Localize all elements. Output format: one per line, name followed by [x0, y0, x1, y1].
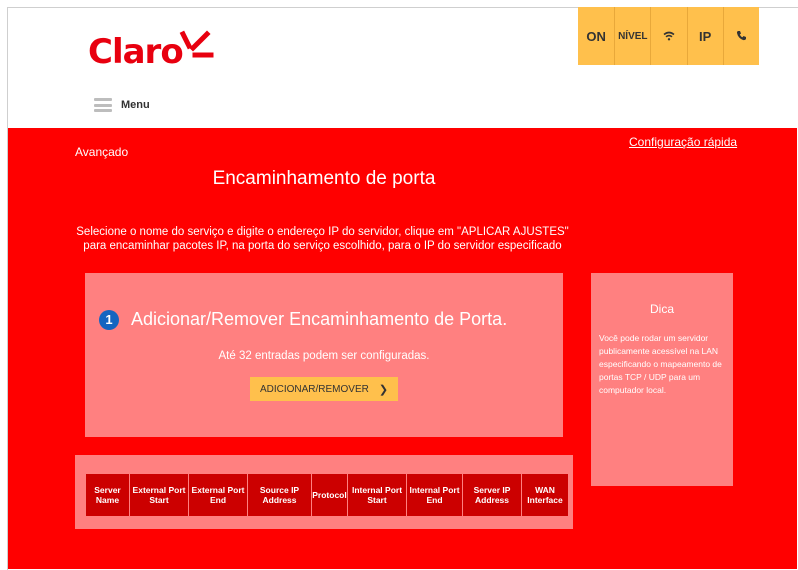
page-description: Selecione o nome do serviço e digite o e…	[76, 226, 569, 252]
column-header-server-name: Server Name	[85, 473, 130, 517]
claro-logo[interactable]: Claro	[88, 30, 219, 74]
chevron-right-icon: ❯	[378, 383, 389, 396]
status-wifi-button[interactable]	[651, 7, 688, 65]
phone-icon	[736, 29, 747, 44]
table-header-row: Server Name External Port Start External…	[85, 473, 569, 517]
status-level-button[interactable]: NÍVEL	[615, 7, 652, 65]
status-level-label: NÍVEL	[618, 30, 648, 42]
wifi-icon	[663, 29, 675, 44]
tip-text: Você pode rodar um servidor publicamente…	[599, 333, 722, 395]
panel-header: 1 Adicionar/Remover Encaminhamento de Po…	[99, 309, 507, 330]
page-title: Encaminhamento de porta	[212, 168, 436, 189]
port-forwarding-table: Server Name External Port Start External…	[85, 473, 569, 517]
step-badge: 1	[99, 309, 119, 330]
breadcrumb: Avançado	[75, 145, 129, 159]
column-header-external-port-end: External Port End	[188, 473, 248, 517]
panel-subtitle: Até 32 entradas podem ser configuradas.	[218, 350, 430, 362]
tip-box: Dica Você pode rodar um servidor publica…	[591, 273, 733, 486]
add-remove-label: ADICIONAR/REMOVER	[259, 383, 369, 395]
column-header-wan-interface: WAN Interface	[521, 473, 569, 517]
column-header-server-ip: Server IP Address	[462, 473, 522, 517]
menu-toggle[interactable]: Menu	[94, 98, 150, 112]
add-remove-button[interactable]: ADICIONAR/REMOVER ❯	[250, 377, 398, 401]
column-header-external-port-start: External Port Start	[129, 473, 189, 517]
logo-wordmark: Claro	[88, 32, 184, 72]
panel-title: Adicionar/Remover Encaminhamento de Port…	[131, 309, 508, 329]
column-header-source-ip: Source IP Address	[247, 473, 312, 517]
quick-config-link[interactable]: Configuração rápida	[629, 135, 737, 149]
status-ip-button[interactable]: IP	[688, 7, 724, 65]
logo-mark-icon	[179, 30, 219, 74]
column-header-protocol: Protocol	[311, 473, 348, 517]
column-header-internal-port-end: Internal Port End	[406, 473, 463, 517]
status-ip-label: IP	[699, 28, 712, 44]
status-bar: ON NÍVEL IP	[578, 7, 759, 65]
port-table-container: Server Name External Port Start External…	[75, 455, 573, 529]
status-phone-button[interactable]	[724, 7, 759, 65]
tip-title: Dica	[649, 302, 674, 316]
status-on-label: ON	[586, 28, 606, 44]
status-on-button[interactable]: ON	[578, 7, 616, 65]
hamburger-icon	[94, 98, 112, 112]
column-header-internal-port-start: Internal Port Start	[347, 473, 407, 517]
main-content: Avançado Configuração rápida Encaminhame…	[8, 128, 797, 569]
port-forwarding-panel: 1 Adicionar/Remover Encaminhamento de Po…	[85, 273, 563, 437]
menu-label: Menu	[121, 99, 150, 111]
